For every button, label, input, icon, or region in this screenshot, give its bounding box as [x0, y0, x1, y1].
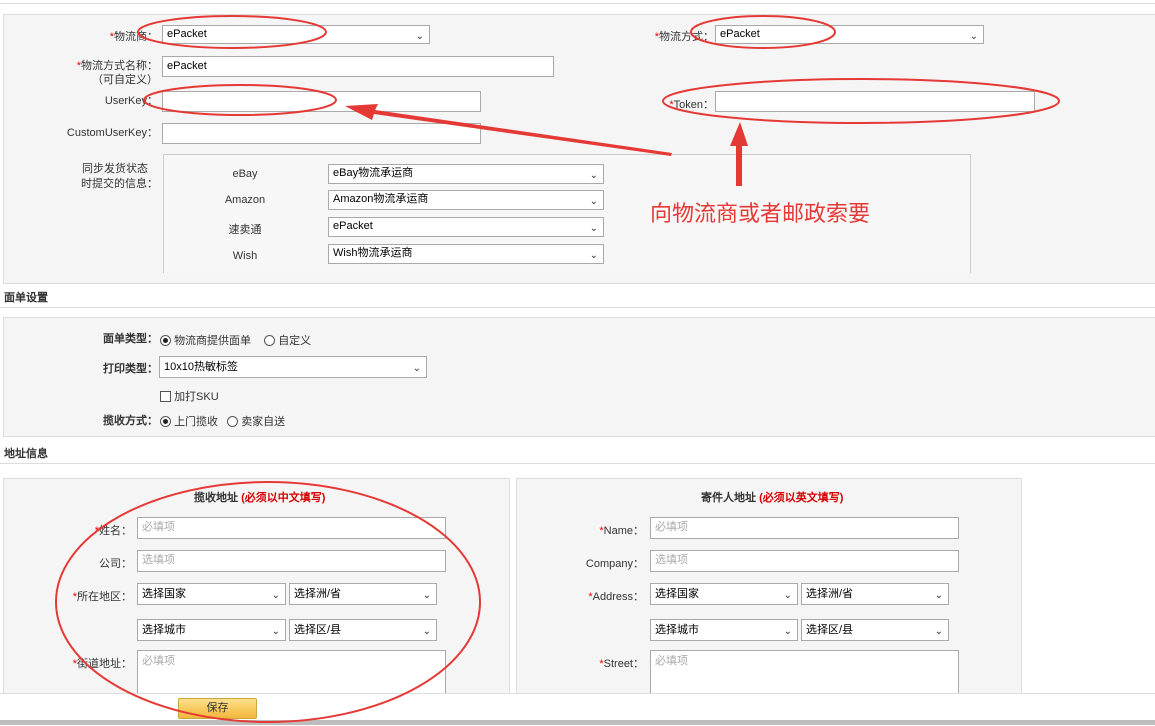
arrow-to-userkey [345, 104, 672, 156]
ellipse-method [690, 15, 836, 49]
annotation-overlay [55, 15, 1060, 723]
ellipse-pickup-address [55, 481, 481, 723]
ellipse-userkey [143, 84, 337, 116]
arrow-to-token [730, 122, 748, 186]
ellipse-carrier [137, 15, 327, 49]
ellipse-token [662, 78, 1060, 124]
